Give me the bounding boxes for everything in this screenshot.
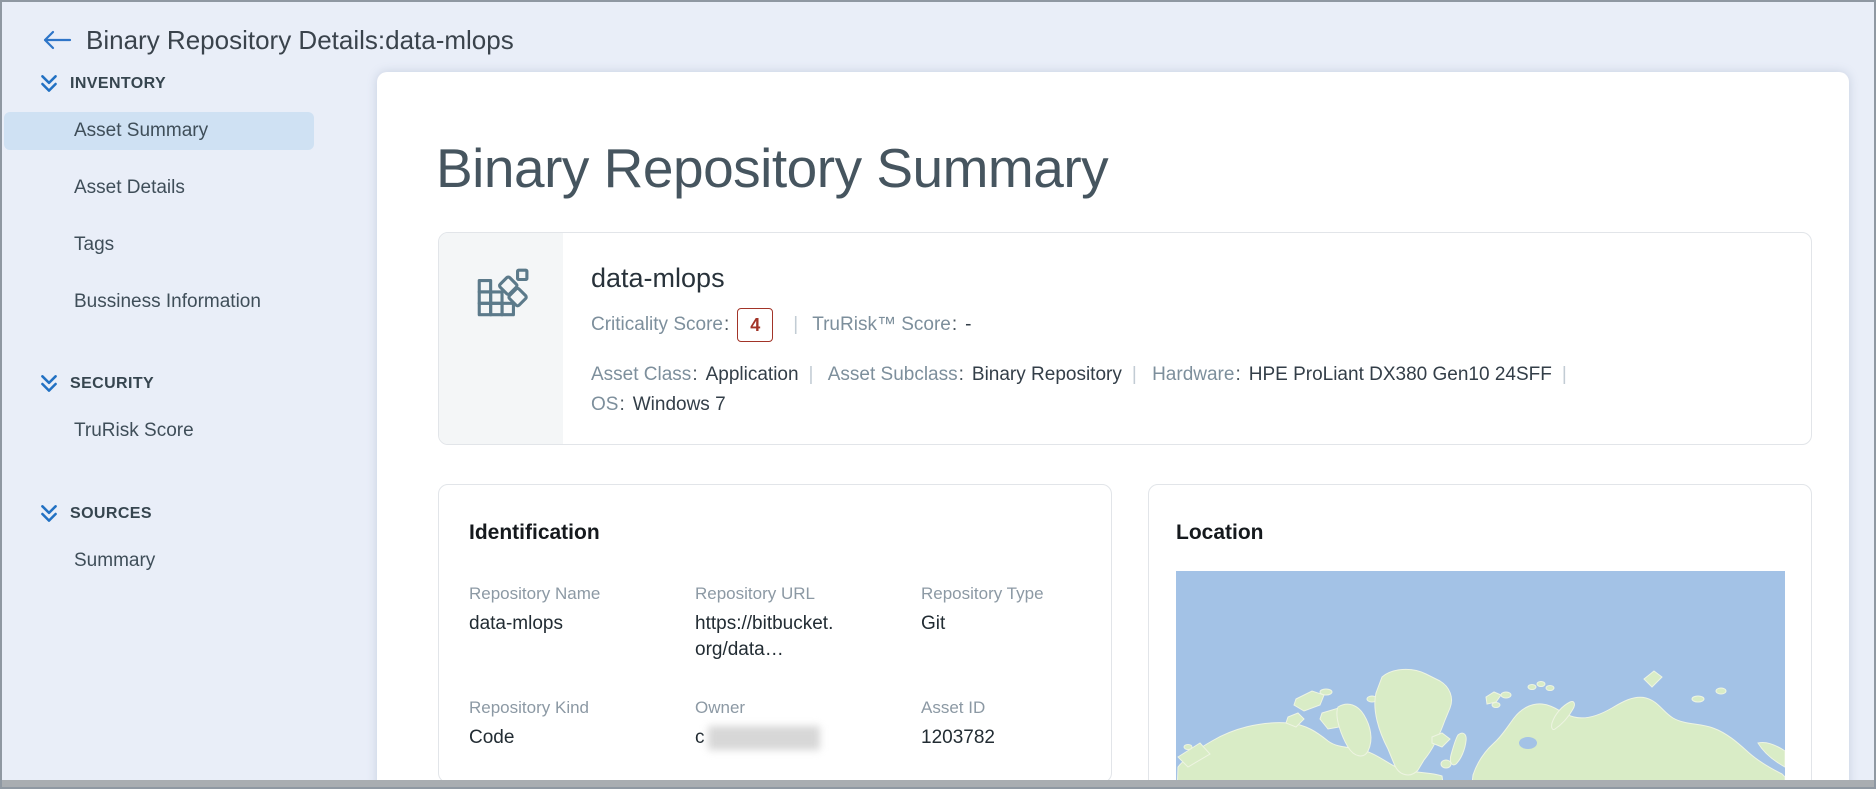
field-label: Repository Kind: [469, 697, 695, 719]
double-chevron-down-icon: [38, 503, 60, 525]
window-title: Binary Repository Details:data-mlops: [86, 25, 514, 56]
field-value: Git: [921, 611, 1081, 637]
sidebar-item-label: Bussiness Information: [74, 291, 261, 313]
identification-field: Repository Type Git: [921, 583, 1081, 663]
field-label: Owner: [695, 697, 921, 719]
asset-attribute: OS:Windows 7|: [591, 394, 726, 415]
sidebar-item-label: Tags: [74, 234, 114, 256]
asset-info: data-mlops Criticality Score: 4 | TruRis…: [563, 233, 1811, 444]
location-title: Location: [1176, 521, 1784, 545]
identification-card: Identification Repository Name data-mlop…: [438, 484, 1112, 783]
world-map-svg: [1176, 571, 1785, 789]
attribute-row-1: Asset Class:Application| Asset Subclass:…: [591, 360, 1811, 390]
titlebar: Binary Repository Details:data-mlops: [2, 2, 1874, 64]
section-label: INVENTORY: [70, 75, 166, 93]
section-header-sources[interactable]: SOURCES: [2, 504, 377, 524]
trurisk-label: TruRisk™ Score: [812, 314, 951, 336]
app-window: Binary Repository Details:data-mlops INV…: [0, 0, 1876, 789]
identification-fields: Repository Name data-mlops Repository UR…: [469, 583, 1081, 751]
sidebar-item-label: TruRisk Score: [74, 420, 194, 442]
asset-attributes: Asset Class:Application| Asset Subclass:…: [591, 360, 1811, 420]
identification-field: Repository Name data-mlops: [469, 583, 695, 663]
window-bottom-border: [2, 780, 1874, 787]
field-value: c: [695, 725, 921, 751]
binary-repository-icon: [472, 265, 530, 323]
asset-attribute: Hardware:HPE ProLiant DX380 Gen10 24SFF|: [1152, 364, 1577, 385]
section-label: SOURCES: [70, 505, 152, 523]
separator: |: [779, 314, 812, 336]
sidebar-item[interactable]: TruRisk Score: [4, 412, 314, 450]
page-title: Binary Repository Summary: [436, 136, 1108, 200]
world-map: [1176, 571, 1785, 789]
sidebar-item-label: Asset Details: [74, 177, 185, 199]
double-chevron-down-icon: [38, 73, 60, 95]
section-header-security[interactable]: SECURITY: [2, 374, 377, 394]
sidebar-section-inventory: INVENTORY Asset Summary Asset Details Ta…: [2, 74, 377, 340]
main-panel: Binary Repository Summary: [377, 72, 1849, 789]
trurisk-value: -: [965, 314, 971, 336]
double-chevron-down-icon: [38, 373, 60, 395]
identification-field: Owner c: [695, 697, 921, 751]
criticality-label: Criticality Score: [591, 314, 723, 336]
field-label: Repository URL: [695, 583, 921, 605]
field-value: Code: [469, 725, 695, 751]
field-value: data-mlops: [469, 611, 695, 637]
field-label: Repository Type: [921, 583, 1081, 605]
back-arrow-icon[interactable]: [40, 28, 72, 52]
field-label: Asset ID: [921, 697, 1081, 719]
sidebar-items-inventory: Asset Summary Asset Details Tags Bussine…: [2, 112, 377, 321]
sidebar-section-security: SECURITY TruRisk Score: [2, 374, 377, 469]
sidebar-item[interactable]: Asset Summary: [4, 112, 314, 150]
asset-name: data-mlops: [591, 263, 1811, 294]
sidebar: INVENTORY Asset Summary Asset Details Ta…: [2, 64, 377, 787]
field-label: Repository Name: [469, 583, 695, 605]
score-row: Criticality Score: 4 | TruRisk™ Score: -: [591, 307, 1811, 343]
sidebar-item[interactable]: Tags: [4, 226, 314, 264]
identification-title: Identification: [469, 521, 1081, 545]
sidebar-section-sources: SOURCES Summary: [2, 504, 377, 599]
identification-field: Repository URL https://bitbucket.org/dat…: [695, 583, 921, 663]
asset-summary-card: data-mlops Criticality Score: 4 | TruRis…: [438, 232, 1812, 445]
sidebar-item-label: Summary: [74, 550, 155, 572]
sidebar-items-sources: Summary: [2, 542, 377, 580]
field-value: 1203782: [921, 725, 1081, 751]
sidebar-item[interactable]: Bussiness Information: [4, 283, 314, 321]
criticality-score-badge: 4: [737, 308, 773, 342]
asset-icon-box: [439, 233, 563, 444]
asset-attribute: Asset Class:Application|: [591, 364, 823, 385]
sidebar-items-security: TruRisk Score: [2, 412, 377, 450]
redacted-value-blur: [708, 726, 820, 750]
section-label: SECURITY: [70, 375, 154, 393]
asset-attribute: Asset Subclass:Binary Repository|: [828, 364, 1147, 385]
identification-field: Repository Kind Code: [469, 697, 695, 751]
attribute-row-2: OS:Windows 7|: [591, 390, 1811, 420]
sidebar-item-label: Asset Summary: [74, 120, 208, 142]
section-header-inventory[interactable]: INVENTORY: [2, 74, 377, 94]
identification-field: Asset ID 1203782: [921, 697, 1081, 751]
sidebar-item[interactable]: Asset Details: [4, 169, 314, 207]
location-card: Location: [1148, 484, 1812, 789]
sidebar-item[interactable]: Summary: [4, 542, 314, 580]
field-value: https://bitbucket.org/data…: [695, 611, 835, 663]
